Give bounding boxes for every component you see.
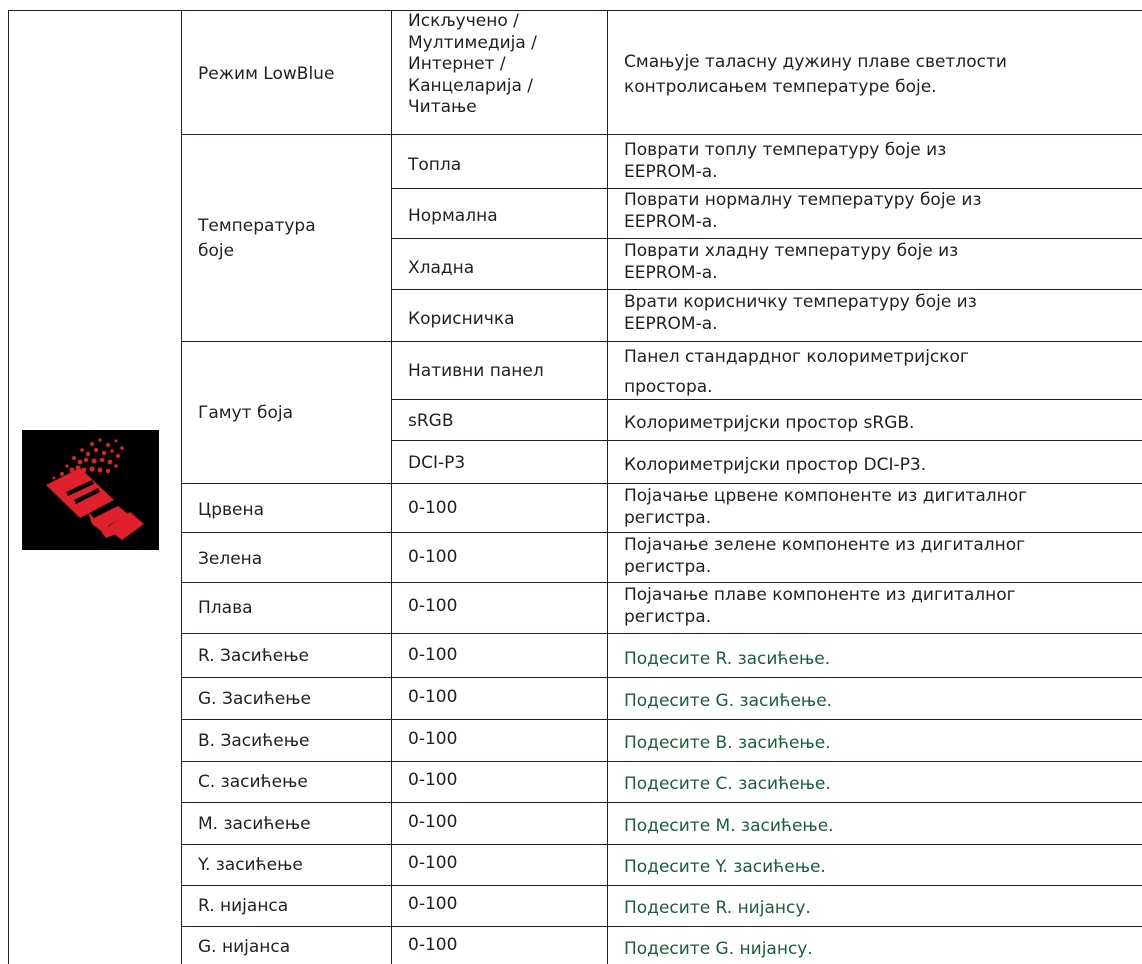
option-value: 0-100 [408,498,458,518]
row-description: Подесите G. засићење. [624,691,833,711]
option-value: 0-100 [408,547,458,567]
option-value: Хладна [408,258,475,278]
row-description: Подесите R. нијансу. [624,898,811,918]
option-value: 0-100 [408,645,458,665]
row-name: Гамут боја [198,403,294,423]
row-description: Поврати топлу температуру боје из EEPROM… [624,140,947,182]
row-description: Подесите C. засићење. [624,774,831,794]
option-value: 0-100 [408,853,458,873]
option-item: Читање [408,97,477,117]
row-separator [181,885,1142,886]
row-description: Подесите G. нијансу. [624,939,813,959]
row-separator [181,582,1142,583]
row-description: Поврати хладну температуру боје из EEPRO… [624,241,959,283]
row-separator [391,399,1142,400]
row-separator [391,289,1142,290]
row-description: Панел стандардног колориметријског прост… [624,347,969,397]
paint-roller-icon [22,430,159,550]
row-description: Појачање црвене компоненте из дигиталног… [624,486,1028,528]
row-description: Врати корисничку температуру боје из EEP… [624,292,977,334]
option-value: 0-100 [408,935,458,955]
option-list: Искључено / Мултимедија / Интернет / Кан… [408,11,537,134]
option-value: 0-100 [408,596,458,616]
option-value: 0-100 [408,770,458,790]
icon-column-border [181,10,182,964]
row-description: Појачање плаве компоненте из дигиталног … [624,585,1016,627]
option-value: 0-100 [408,729,458,749]
row-description: Поврати нормалну температуру боје из EEP… [624,190,982,232]
table-top-border [8,10,1142,11]
row-description: Подесите B. засићење. [624,733,831,753]
description-column-border [607,10,608,964]
row-name: C. засићење [198,772,308,792]
option-column-border [391,10,392,964]
row-separator [181,844,1142,845]
option-item: Канцеларија / [408,75,534,96]
row-separator [391,440,1142,441]
row-separator [181,926,1142,927]
row-separator [181,532,1142,533]
row-name: Плава [198,598,253,618]
option-item: Интернет / [408,54,506,74]
row-separator [181,483,1142,484]
row-name: B. Засићење [198,731,310,751]
row-description: Подесите R. засићење. [624,649,831,669]
row-description: Колориметријски простор sRGB. [624,413,915,433]
option-value: 0-100 [408,812,458,832]
row-name: G. Засићење [198,689,311,709]
row-separator [181,719,1142,720]
row-description: Појачање зелене компоненте из дигиталног… [624,535,1026,577]
option-value: Нативни панел [408,361,544,381]
option-value: Нормална [408,206,498,226]
row-separator [181,761,1142,762]
row-description: Смањује таласну дужину плаве светлости к… [624,52,1007,97]
option-item: Мултимедија / [408,32,537,53]
row-name: Црвена [198,500,264,520]
row-description: Колориметријски простор DCI-P3. [624,455,927,475]
row-description: Подесите M. засићење. [624,816,834,836]
option-value: 0-100 [408,687,458,707]
row-name: Температура боје [198,216,316,261]
row-separator [391,238,1142,239]
settings-table: Режим LowBlue Искључено / Мултимедија / … [0,0,1142,964]
row-separator [181,802,1142,803]
row-name: R. Засићење [198,646,309,666]
option-item: Искључено / [408,11,519,31]
row-description: Подесите Y. засићење. [624,857,826,877]
row-name: Режим LowBlue [198,64,335,84]
option-value: Корисничка [408,309,515,329]
row-separator [181,633,1142,634]
row-separator [181,134,1142,135]
option-value: Топла [408,155,462,175]
row-name: R. нијанса [198,896,289,916]
row-separator [181,677,1142,678]
table-left-border [8,10,9,964]
option-value: 0-100 [408,894,458,914]
row-name: Зелена [198,549,263,569]
option-value: sRGB [408,411,454,431]
row-name: M. засићење [198,814,311,834]
option-value: DCI-P3 [408,453,466,473]
row-name: G. нијанса [198,937,291,957]
row-name: Y. засићење [198,855,303,875]
